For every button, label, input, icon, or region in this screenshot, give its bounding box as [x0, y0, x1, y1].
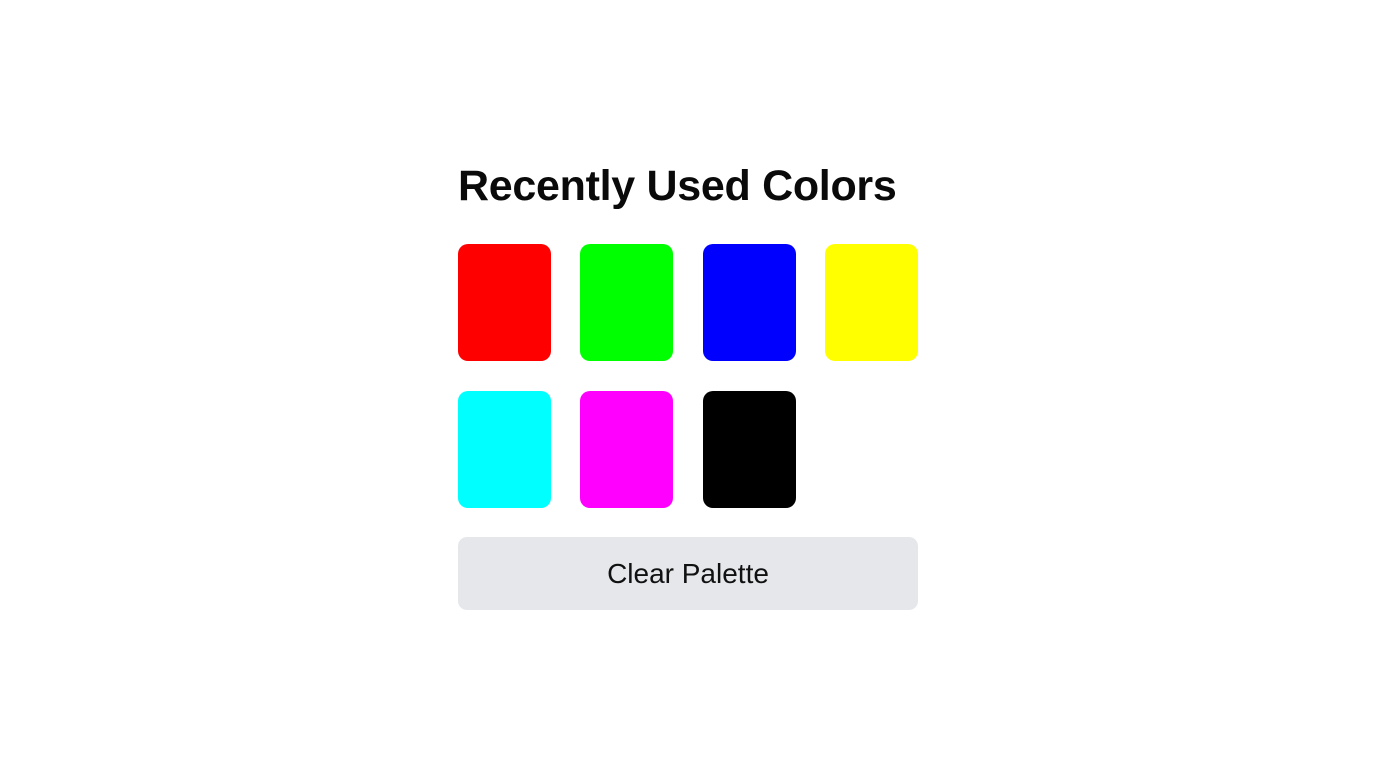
- color-swatch-red[interactable]: [458, 244, 551, 361]
- clear-palette-button[interactable]: Clear Palette: [458, 537, 918, 610]
- color-swatch-green[interactable]: [580, 244, 674, 361]
- color-swatch-black[interactable]: [702, 391, 796, 508]
- swatch-grid: [458, 244, 918, 508]
- page-title: Recently Used Colors: [458, 162, 897, 210]
- color-swatch-magenta[interactable]: [580, 391, 674, 508]
- color-swatch-cyan[interactable]: [458, 391, 551, 508]
- recent-colors-panel: Recently Used Colors Clear Palette: [458, 160, 918, 610]
- color-swatch-yellow[interactable]: [824, 244, 918, 361]
- color-swatch-blue[interactable]: [702, 244, 796, 361]
